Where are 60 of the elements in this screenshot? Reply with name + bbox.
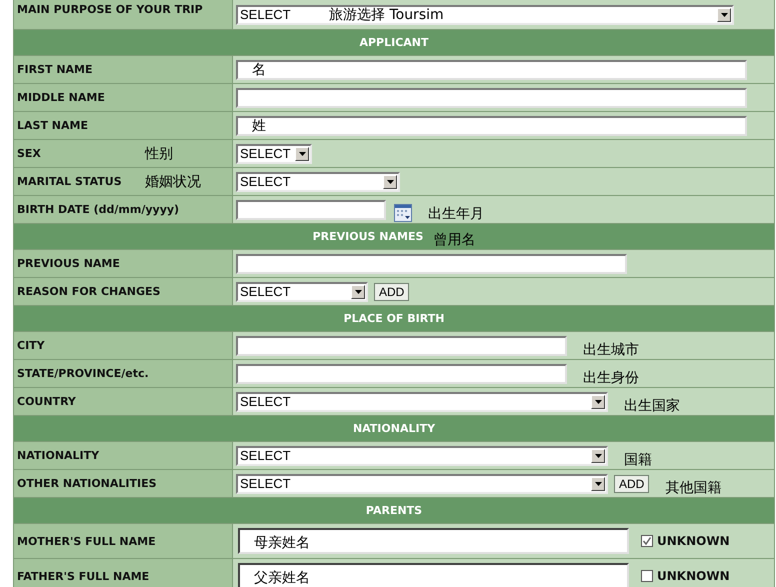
text-field[interactable] (236, 336, 567, 356)
annotation: 婚姻状况 (145, 172, 201, 190)
annotation: 性别 (145, 144, 173, 162)
field-label: MIDDLE NAME (17, 91, 106, 104)
annotation: 其他国籍 (665, 478, 722, 496)
caret-icon (720, 12, 728, 16)
annotation: 旅游选择 Toursim (329, 6, 444, 24)
add-button[interactable]: ADD (614, 474, 650, 492)
annotation: 出生年月 (428, 204, 484, 222)
field-label: SEX (17, 147, 42, 160)
caret-icon (594, 400, 602, 404)
text-field[interactable] (236, 364, 567, 384)
checkbox-label: UNKNOWN (657, 534, 730, 548)
section-title: PLACE OF BIRTH (344, 312, 444, 325)
field-label: MAIN PURPOSE OF YOUR TRIP (17, 3, 203, 16)
field-label: MARITAL STATUS (17, 175, 123, 188)
field-label: PREVIOUS NAME (17, 257, 121, 270)
field-label: MOTHER'S FULL NAME (17, 534, 156, 548)
date-field[interactable] (236, 200, 386, 220)
field-label: BIRTH DATE (dd/mm/yyyy) (17, 203, 180, 216)
field-label: CITY (17, 339, 46, 352)
dropdown[interactable]: SELECT (236, 282, 368, 302)
caret-icon (594, 482, 602, 486)
field-label: LAST NAME (17, 119, 89, 132)
caret-icon (594, 454, 602, 458)
section-title: PREVIOUS NAMES (312, 230, 424, 243)
annotation: 曾用名 (433, 230, 476, 248)
field-label: FIRST NAME (17, 63, 94, 76)
section-title: NATIONALITY (352, 422, 436, 435)
checkbox[interactable] (641, 570, 653, 582)
text-field[interactable]: 姓 (236, 116, 747, 136)
field-label: NATIONALITY (17, 449, 100, 462)
calendar-icon[interactable] (394, 204, 412, 222)
annotation: 国籍 (624, 450, 652, 468)
dropdown[interactable]: SELECT (236, 144, 312, 164)
text-field[interactable] (236, 254, 627, 274)
text-field[interactable]: 父亲姓名 (238, 563, 629, 587)
dropdown[interactable]: SELECT (236, 474, 608, 494)
dropdown[interactable]: SELECT (236, 446, 608, 466)
text-field[interactable]: 母亲姓名 (238, 528, 629, 554)
dropdown[interactable]: SELECT (236, 392, 608, 412)
text-field[interactable] (236, 88, 747, 108)
checkbox-label: UNKNOWN (657, 569, 730, 583)
annotation: 出生城市 (583, 340, 639, 358)
field-label: COUNTRY (17, 395, 77, 408)
field-label: REASON FOR CHANGES (17, 285, 160, 298)
section-title: PARENTS (366, 504, 422, 517)
field-label: FATHER'S FULL NAME (17, 570, 150, 582)
dropdown[interactable]: SELECT (236, 172, 400, 192)
text-field[interactable]: 名 (236, 60, 747, 80)
field-label: OTHER NATIONALITIES (17, 477, 157, 490)
field-label: STATE/PROVINCE/etc. (17, 367, 149, 380)
checkbox[interactable] (641, 535, 653, 547)
caret-icon (354, 290, 362, 294)
caret-icon (386, 180, 394, 184)
annotation: 出生身份 (583, 368, 639, 386)
caret-icon (298, 152, 306, 156)
annotation: 出生国家 (624, 396, 680, 414)
add-button[interactable]: ADD (374, 282, 410, 300)
section-title: APPLICANT (359, 36, 429, 49)
